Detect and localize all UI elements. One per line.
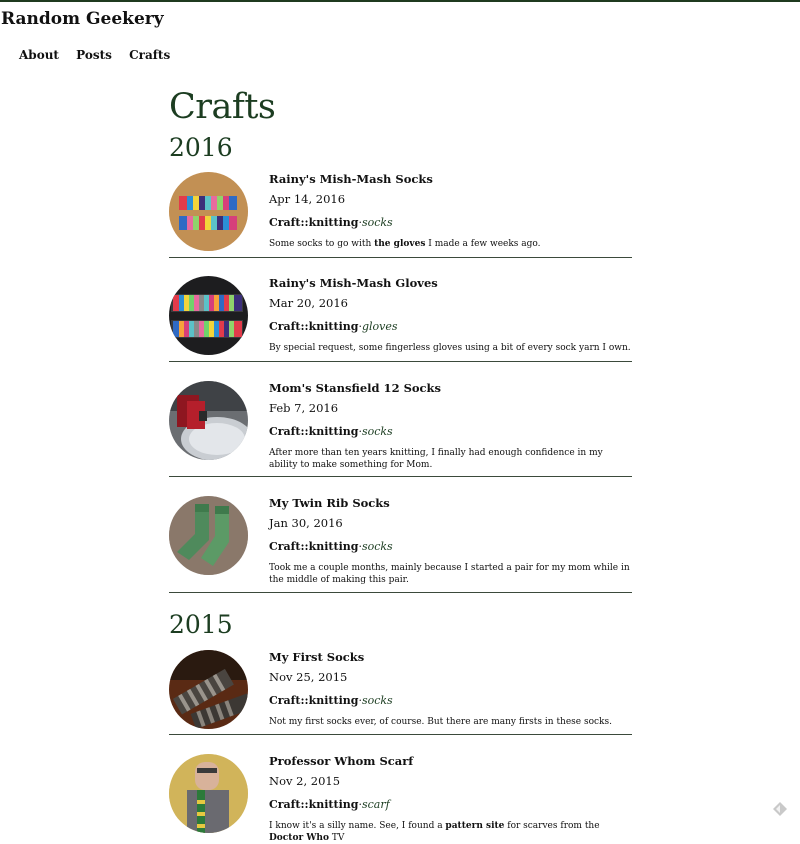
nav-item-about[interactable]: About	[19, 48, 59, 62]
page-title: Crafts	[169, 87, 276, 127]
post-category-link[interactable]: Craft::knitting	[269, 798, 358, 811]
post-summary: Not my first socks ever, of course. But …	[269, 717, 612, 727]
post-thumbnail[interactable]	[169, 650, 248, 729]
nav-item-crafts[interactable]: Crafts	[129, 48, 170, 62]
post-title-link[interactable]: Rainy's Mish-Mash Socks	[269, 172, 632, 186]
post-category-link[interactable]: Craft::knitting	[269, 216, 358, 229]
summary-text: Some socks to go with	[269, 239, 375, 249]
post-summary: Some socks to go with the gloves I made …	[269, 238, 632, 250]
post-tags: Craft::knitting·socks	[269, 694, 632, 708]
site-title[interactable]: Random Geekery	[1, 9, 164, 29]
summary-text: TV	[328, 833, 345, 843]
post-date: Feb 7, 2016	[269, 401, 339, 415]
post-thumbnail[interactable]	[169, 381, 248, 460]
post-item: My Twin Rib Socks Jan 30, 2016 Craft::kn…	[169, 496, 632, 593]
post-tags: Craft::knitting·gloves	[269, 320, 632, 334]
post-tag-link[interactable]: socks	[362, 216, 393, 229]
post-date: Apr 14, 2016	[269, 192, 346, 206]
post-item: Rainy's Mish-Mash Socks Apr 14, 2016 Cra…	[169, 172, 632, 258]
post-item: Rainy's Mish-Mash Gloves Mar 20, 2016 Cr…	[169, 276, 632, 362]
post-summary: By special request, some fingerless glov…	[269, 343, 631, 353]
post-tag-link[interactable]: socks	[362, 540, 393, 553]
post-tags: Craft::knitting·socks	[269, 540, 632, 554]
summary-link[interactable]: pattern site	[445, 821, 504, 831]
post-tag-link[interactable]: scarf	[362, 798, 390, 811]
post-tag-link[interactable]: gloves	[362, 320, 398, 333]
post-title-link[interactable]: Mom's Stansfield 12 Socks	[269, 381, 632, 395]
main-nav: About Posts Crafts	[19, 48, 183, 62]
summary-link[interactable]: Doctor Who	[269, 833, 329, 843]
post-item: My First Socks Nov 25, 2015 Craft::knitt…	[169, 650, 632, 735]
summary-text: I made a few weeks ago.	[425, 239, 541, 249]
post-title-link[interactable]: Rainy's Mish-Mash Gloves	[269, 276, 632, 290]
post-tag-link[interactable]: socks	[362, 425, 393, 438]
nav-item-posts[interactable]: Posts	[76, 48, 112, 62]
post-category-link[interactable]: Craft::knitting	[269, 320, 358, 333]
post-title-link[interactable]: Professor Whom Scarf	[269, 754, 632, 768]
post-thumbnail[interactable]	[169, 172, 248, 251]
post-item: Professor Whom Scarf Nov 2, 2015 Craft::…	[169, 754, 632, 844]
post-category-link[interactable]: Craft::knitting	[269, 425, 358, 438]
post-category-link[interactable]: Craft::knitting	[269, 694, 358, 707]
post-title-link[interactable]: My First Socks	[269, 650, 632, 664]
post-date: Nov 2, 2015	[269, 774, 341, 788]
post-thumbnail[interactable]	[169, 276, 248, 355]
sun-icon[interactable]	[772, 801, 788, 817]
summary-link[interactable]: the gloves	[374, 239, 425, 249]
summary-text: I know it's a silly name. See, I found a	[269, 821, 446, 831]
post-date: Jan 30, 2016	[269, 516, 343, 530]
post-item: Mom's Stansfield 12 Socks Feb 7, 2016 Cr…	[169, 381, 632, 477]
post-summary: After more than ten years knitting, I fi…	[269, 448, 603, 470]
post-tags: Craft::knitting·socks	[269, 216, 632, 230]
post-thumbnail[interactable]	[169, 496, 248, 575]
year-heading-2016: 2016	[169, 133, 233, 162]
post-date: Nov 25, 2015	[269, 670, 348, 684]
post-tag-link[interactable]: socks	[362, 694, 393, 707]
post-category-link[interactable]: Craft::knitting	[269, 540, 358, 553]
post-thumbnail[interactable]	[169, 754, 248, 833]
post-date: Mar 20, 2016	[269, 296, 348, 310]
post-title-link[interactable]: My Twin Rib Socks	[269, 496, 632, 510]
year-heading-2015: 2015	[169, 610, 233, 639]
post-tags: Craft::knitting·scarf	[269, 798, 632, 812]
summary-text: for scarves from the	[504, 821, 600, 831]
post-tags: Craft::knitting·socks	[269, 425, 632, 439]
post-summary: Took me a couple months, mainly because …	[269, 563, 630, 585]
